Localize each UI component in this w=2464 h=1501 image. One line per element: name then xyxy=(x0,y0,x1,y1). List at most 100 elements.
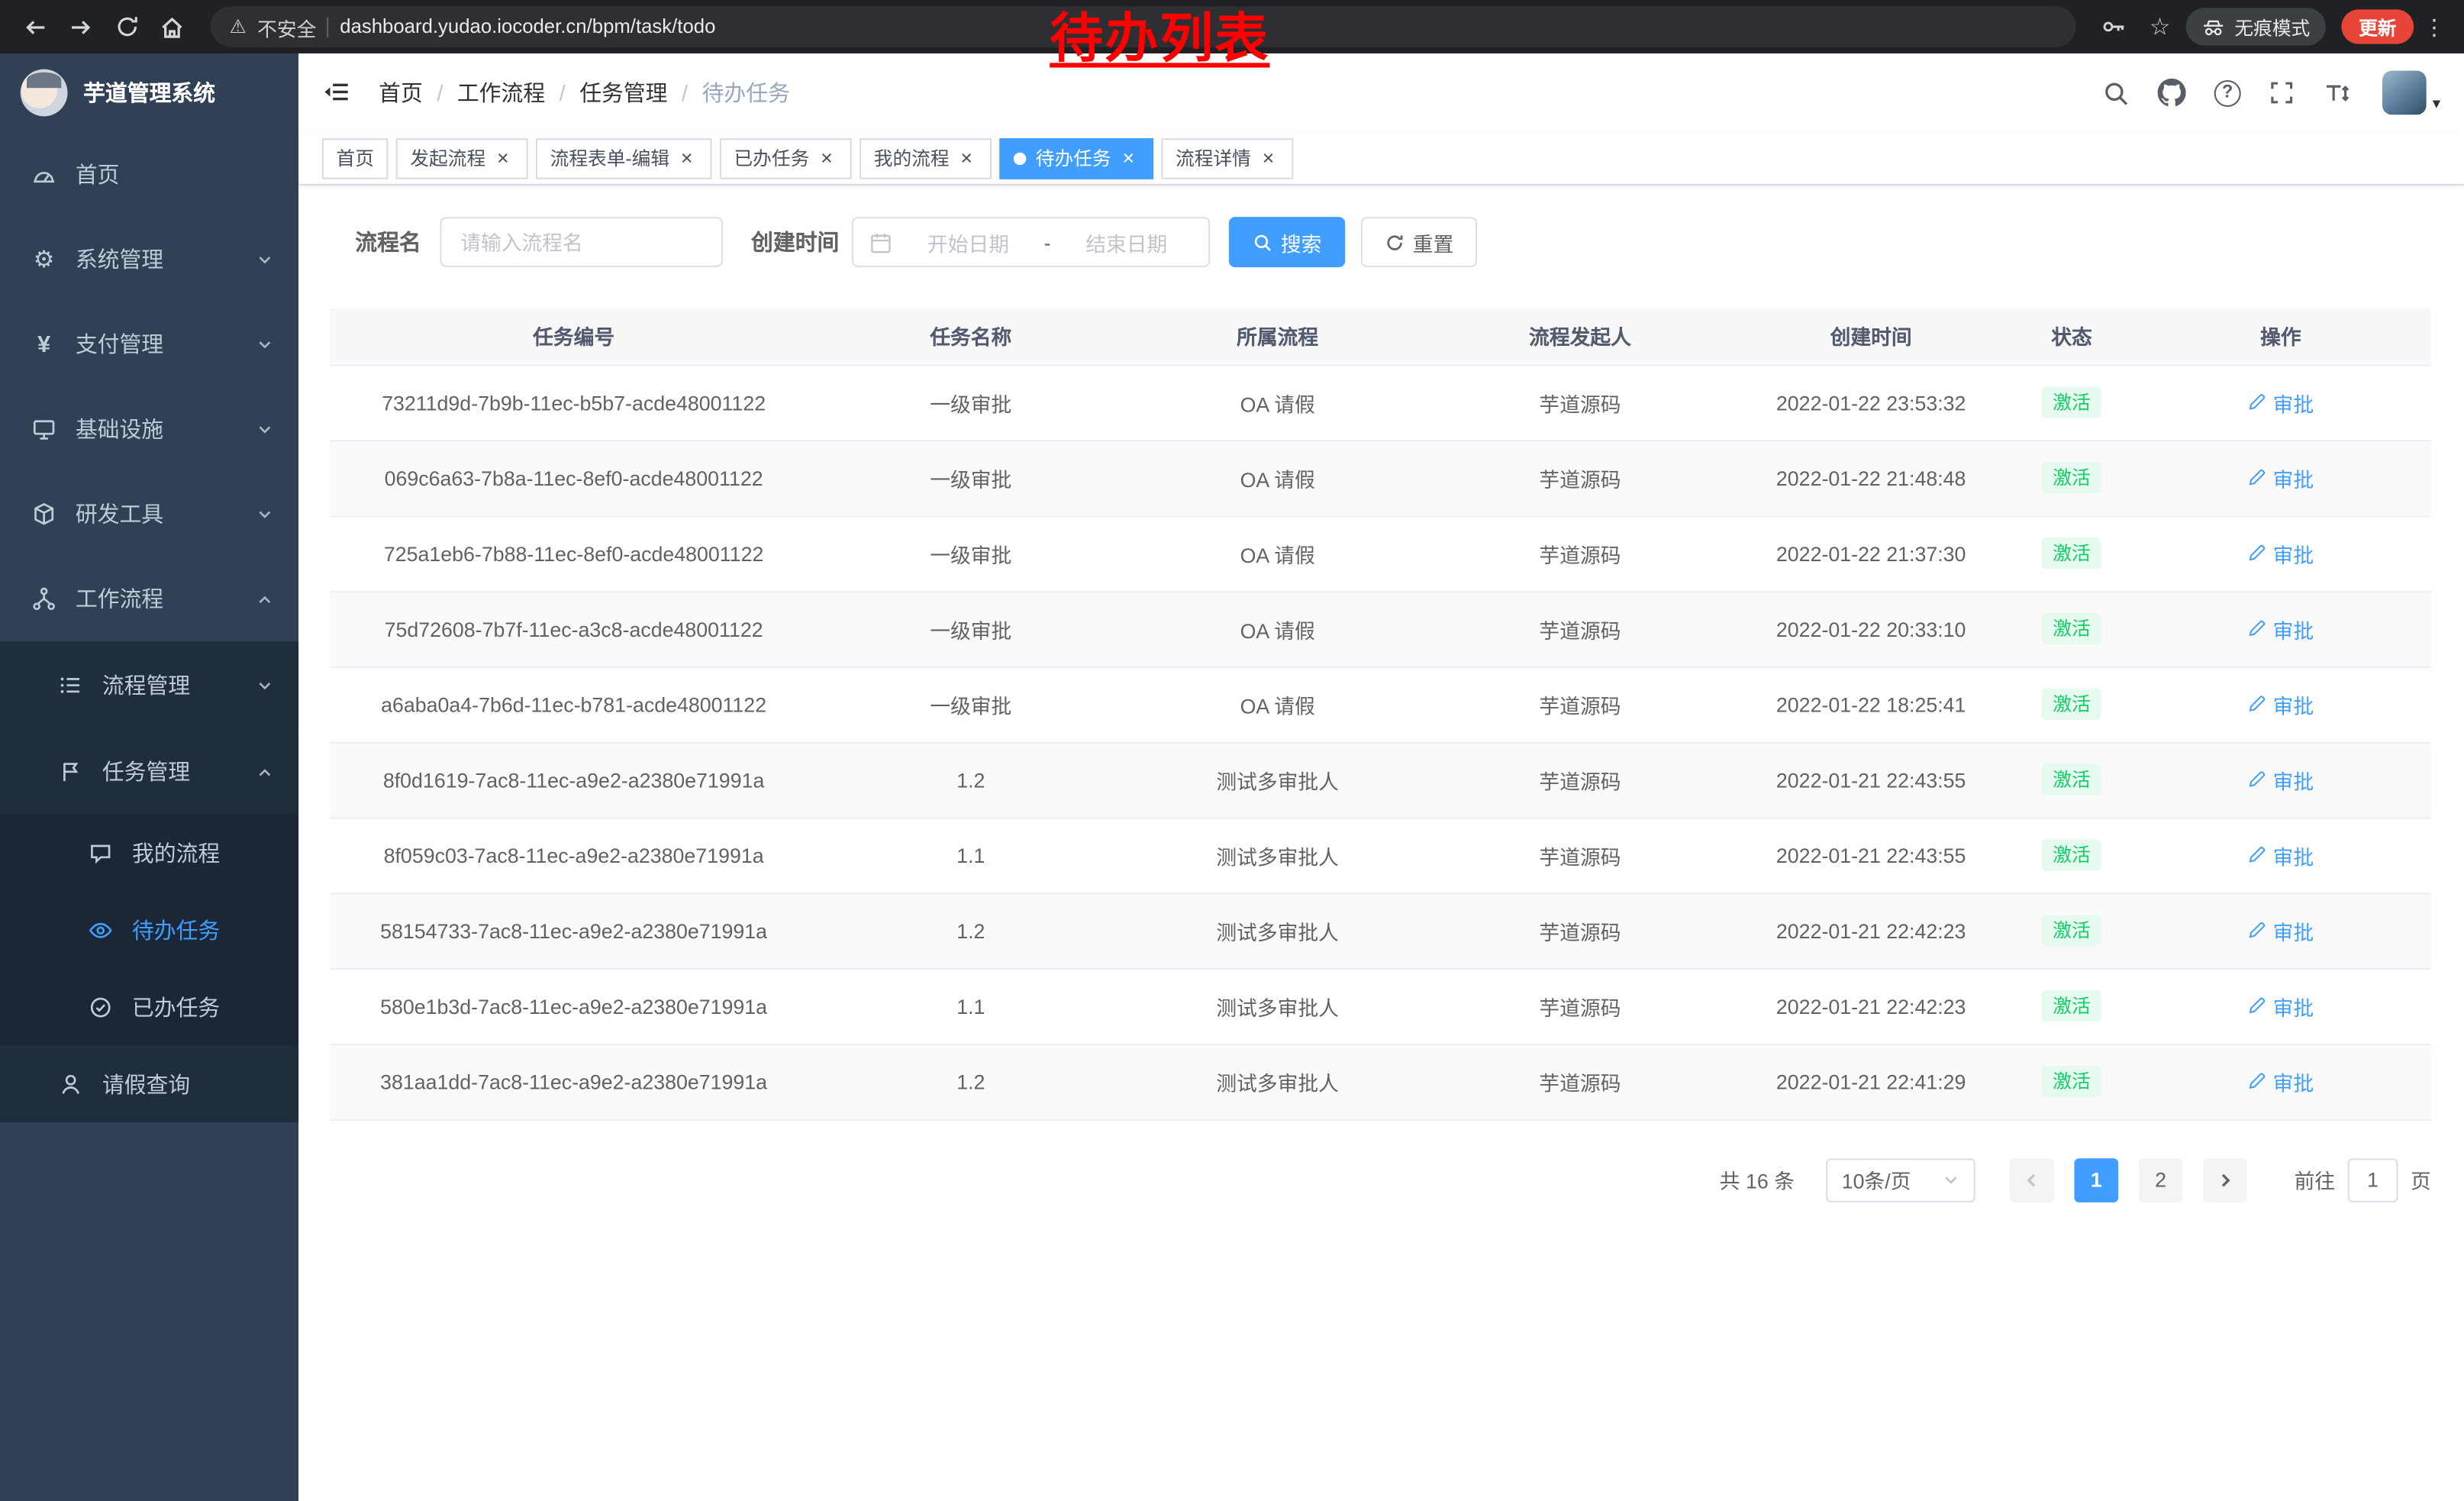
approve-label: 审批 xyxy=(2273,991,2314,1021)
incognito-icon xyxy=(2201,15,2225,39)
tab[interactable]: 流程表单-编辑× xyxy=(536,137,712,179)
update-button[interactable]: 更新 xyxy=(2341,9,2414,44)
home-icon[interactable] xyxy=(153,7,192,46)
tab[interactable]: 我的流程× xyxy=(859,137,992,179)
breadcrumb-item-task-management[interactable]: 任务管理 xyxy=(579,77,667,108)
bookmark-star-icon[interactable]: ☆ xyxy=(2140,7,2179,46)
col-task-id: 任务编号 xyxy=(330,308,818,365)
tab-label: 已办任务 xyxy=(734,144,809,171)
sidebar-item-infrastructure[interactable]: 基础设施 xyxy=(0,386,298,471)
tab-close-icon[interactable]: × xyxy=(492,147,514,169)
page-button-1[interactable]: 1 xyxy=(2074,1157,2118,1202)
password-key-icon[interactable] xyxy=(2095,7,2133,46)
reset-button[interactable]: 重置 xyxy=(1361,217,1477,267)
page-button-2[interactable]: 2 xyxy=(2139,1157,2183,1202)
tab-close-icon[interactable]: × xyxy=(816,147,838,169)
tab[interactable]: 已办任务 × xyxy=(720,137,852,179)
font-size-icon[interactable] xyxy=(2323,79,2351,107)
approve-action-link[interactable]: 审批 xyxy=(2248,991,2314,1021)
tab-close-icon[interactable]: × xyxy=(1257,147,1279,169)
next-page-button[interactable] xyxy=(2203,1157,2247,1202)
navbar-actions: ? ▾ xyxy=(2102,71,2440,115)
approve-label: 审批 xyxy=(2273,689,2314,719)
user-menu[interactable]: ▾ xyxy=(2382,71,2440,115)
status-badge: 激活 xyxy=(2042,537,2101,569)
start-date-placeholder: 开始日期 xyxy=(902,227,1035,257)
approve-action-link[interactable]: 审批 xyxy=(2248,463,2314,492)
search-button[interactable]: 搜索 xyxy=(1229,217,1345,267)
page-size-value: 10条/页 xyxy=(1842,1164,1911,1194)
reload-icon[interactable] xyxy=(107,7,146,46)
hamburger-icon[interactable] xyxy=(322,77,353,108)
forward-icon[interactable] xyxy=(61,7,100,46)
prev-page-button[interactable] xyxy=(2010,1157,2054,1202)
search-icon[interactable] xyxy=(2102,79,2129,106)
goto-page-input[interactable] xyxy=(2348,1157,2398,1202)
approve-action-link[interactable]: 审批 xyxy=(2248,689,2314,719)
process-name-input[interactable] xyxy=(440,217,723,267)
breadcrumb-item-home[interactable]: 首页 xyxy=(379,77,423,108)
breadcrumb-item-workflow[interactable]: 工作流程 xyxy=(457,77,545,108)
sidebar-item-system[interactable]: ⚙ 系统管理 xyxy=(0,217,298,302)
task-name: 一级审批 xyxy=(818,440,1124,515)
sidebar-item-leave-query[interactable]: 请假查询 xyxy=(0,1045,298,1122)
app-title: 芋道管理系统 xyxy=(83,77,215,108)
sidebar-item-done-task[interactable]: 已办任务 xyxy=(0,968,298,1045)
tab[interactable]: 流程详情× xyxy=(1162,137,1294,179)
approve-action-link[interactable]: 审批 xyxy=(2248,1067,2314,1096)
sidebar-item-process-management[interactable]: 流程管理 xyxy=(0,641,298,728)
tab-close-icon[interactable]: × xyxy=(956,147,978,169)
action-cell: 审批 xyxy=(2130,1044,2431,1119)
sidebar-item-my-process[interactable]: 我的流程 xyxy=(0,814,298,891)
sidebar-item-task-management[interactable]: 任务管理 xyxy=(0,728,298,814)
sidebar-item-workflow[interactable]: 工作流程 xyxy=(0,557,298,641)
approve-action-link[interactable]: 审批 xyxy=(2248,538,2314,568)
omnibox-divider xyxy=(327,17,329,37)
approve-action-link[interactable]: 审批 xyxy=(2248,614,2314,644)
task-table-body: 73211d9d-7b9b-11ec-b5b7-acde48001122一级审批… xyxy=(330,365,2430,1119)
tab-close-icon[interactable]: × xyxy=(1118,147,1140,169)
approve-action-link[interactable]: 审批 xyxy=(2248,765,2314,795)
tab[interactable]: 首页 xyxy=(322,137,388,179)
approve-action-link[interactable]: 审批 xyxy=(2248,840,2314,870)
tab-close-icon[interactable]: × xyxy=(676,147,698,169)
page-size-select[interactable]: 10条/页 xyxy=(1826,1157,1975,1202)
sidebar-item-label: 首页 xyxy=(76,159,120,190)
end-date-placeholder: 结束日期 xyxy=(1060,227,1193,257)
sidebar-item-devtools[interactable]: 研发工具 xyxy=(0,472,298,557)
fullscreen-icon[interactable] xyxy=(2269,80,2295,105)
filter-form: 流程名 创建时间 开始日期 - 结束日期 搜索 重 xyxy=(330,217,2430,267)
action-cell: 审批 xyxy=(2130,667,2431,742)
browser-menu-icon[interactable]: ⋮ xyxy=(2420,7,2448,46)
monitor-icon xyxy=(31,417,56,442)
status-cell: 激活 xyxy=(2013,893,2130,968)
process-name-label: 流程名 xyxy=(330,226,421,257)
create-time: 2022-01-22 21:48:48 xyxy=(1729,440,2013,515)
sidebar-item-payment[interactable]: ¥ 支付管理 xyxy=(0,302,298,386)
user-icon xyxy=(58,1071,83,1096)
approve-action-link[interactable]: 审批 xyxy=(2248,915,2314,945)
process-name: OA 请假 xyxy=(1124,667,1431,742)
avatar[interactable] xyxy=(2382,71,2427,115)
task-id: 8f0d1619-7ac8-11ec-a9e2-a2380e71991a xyxy=(330,742,818,818)
tab[interactable]: 待办任务× xyxy=(999,137,1153,179)
github-icon[interactable] xyxy=(2158,79,2186,107)
sidebar-item-todo-task[interactable]: 待办任务 xyxy=(0,891,298,968)
task-name: 一级审批 xyxy=(818,591,1124,667)
back-icon[interactable] xyxy=(16,7,55,46)
status-badge: 激活 xyxy=(2042,915,2101,946)
task-id: 58154733-7ac8-11ec-a9e2-a2380e71991a xyxy=(330,893,818,968)
tab[interactable]: 发起流程× xyxy=(396,137,528,179)
approve-action-link[interactable]: 审批 xyxy=(2248,387,2314,417)
dashboard-icon xyxy=(31,162,56,187)
create-time: 2022-01-22 23:53:32 xyxy=(1729,365,2013,441)
process-initiator: 芋道源码 xyxy=(1431,1044,1730,1119)
chevron-down-icon xyxy=(258,508,273,522)
sidebar-item-home[interactable]: 首页 xyxy=(0,132,298,217)
process-initiator: 芋道源码 xyxy=(1431,968,1730,1044)
date-range-picker[interactable]: 开始日期 - 结束日期 xyxy=(852,217,1210,267)
status-cell: 激活 xyxy=(2013,742,2130,818)
help-icon[interactable]: ? xyxy=(2214,79,2241,106)
create-time: 2022-01-21 22:42:23 xyxy=(1729,968,2013,1044)
breadcrumb-separator: / xyxy=(667,80,701,105)
